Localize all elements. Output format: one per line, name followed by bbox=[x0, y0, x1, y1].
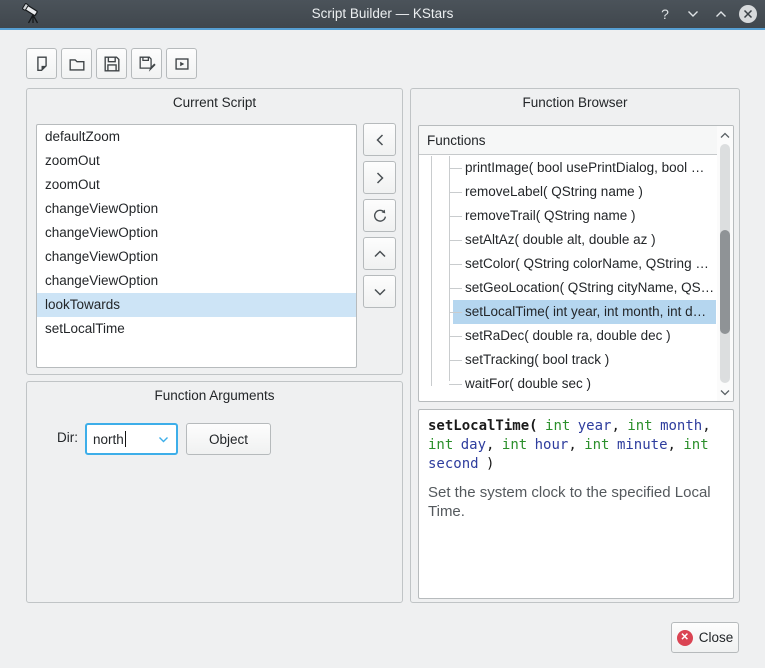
move-up-button[interactable] bbox=[363, 237, 396, 270]
function-arguments-title: Function Arguments bbox=[27, 388, 402, 403]
function-help-box[interactable]: setLocalTime( int year, int month, int d… bbox=[418, 409, 734, 599]
open-script-button[interactable] bbox=[61, 48, 92, 79]
titlebar[interactable]: Script Builder — KStars ? bbox=[0, 0, 765, 28]
list-item-selected[interactable]: lookTowards bbox=[37, 293, 356, 317]
save-script-as-icon bbox=[137, 54, 157, 74]
window-title: Script Builder — KStars bbox=[0, 0, 765, 28]
test-script-button[interactable] bbox=[166, 48, 197, 79]
tree-item[interactable]: setTracking( bool track ) bbox=[419, 348, 718, 372]
list-item[interactable]: zoomOut bbox=[37, 149, 356, 173]
tree-item[interactable]: printImage( bool usePrintDialog, bool … bbox=[419, 156, 718, 180]
move-left-icon bbox=[374, 133, 386, 147]
close-icon[interactable] bbox=[739, 5, 757, 23]
move-up-icon bbox=[373, 248, 387, 260]
list-item[interactable]: changeViewOption bbox=[37, 269, 356, 293]
scroll-up-icon[interactable] bbox=[717, 127, 733, 143]
text-cursor bbox=[125, 431, 126, 447]
functions-tree[interactable]: Functions printImage( bool usePrintDialo… bbox=[418, 125, 734, 402]
list-item[interactable]: changeViewOption bbox=[37, 245, 356, 269]
tree-branch-dash bbox=[449, 192, 462, 193]
tree-branch-dash bbox=[449, 168, 462, 169]
maximize-icon[interactable] bbox=[711, 4, 731, 24]
tree-branch-dash bbox=[449, 288, 462, 289]
tree-item[interactable]: setGeoLocation( QString cityName, QS… bbox=[419, 276, 718, 300]
move-down-icon bbox=[373, 286, 387, 298]
help-icon[interactable]: ? bbox=[655, 4, 675, 24]
object-button[interactable]: Object bbox=[186, 423, 271, 455]
test-script-icon bbox=[172, 54, 192, 74]
tree-branch-dash bbox=[449, 336, 462, 337]
tree-branch-dash bbox=[449, 240, 462, 241]
dir-combobox[interactable]: north bbox=[85, 423, 178, 455]
new-script-icon bbox=[32, 54, 52, 74]
scrollbar-thumb[interactable] bbox=[720, 230, 730, 334]
tree-item[interactable]: removeLabel( QString name ) bbox=[419, 180, 718, 204]
tree-branch-dash bbox=[449, 384, 462, 385]
new-script-button[interactable] bbox=[26, 48, 57, 79]
tree-item[interactable]: setAltAz( double alt, double az ) bbox=[419, 228, 718, 252]
titlebar-accent-line bbox=[0, 28, 765, 30]
minimize-icon[interactable] bbox=[683, 4, 703, 24]
list-item[interactable]: changeViewOption bbox=[37, 197, 356, 221]
functions-tree-rows: printImage( bool usePrintDialog, bool … … bbox=[419, 156, 718, 396]
tree-branch-dash bbox=[449, 264, 462, 265]
chevron-down-icon[interactable] bbox=[158, 436, 169, 444]
reload-icon bbox=[372, 208, 388, 224]
function-signature: setLocalTime( int year, int month, int d… bbox=[428, 417, 724, 474]
close-red-icon: ✕ bbox=[677, 630, 693, 646]
window-controls: ? bbox=[655, 0, 757, 28]
current-script-group: Current Script defaultZoom zoomOut zoomO… bbox=[26, 88, 403, 375]
close-button-label: Close bbox=[699, 630, 734, 645]
tree-branch-dash bbox=[449, 360, 462, 361]
move-right-icon bbox=[374, 171, 386, 185]
current-script-title: Current Script bbox=[27, 95, 402, 110]
functions-tree-header[interactable]: Functions bbox=[419, 126, 733, 155]
save-script-icon bbox=[102, 54, 122, 74]
move-right-button[interactable] bbox=[363, 161, 396, 194]
function-browser-title: Function Browser bbox=[411, 95, 739, 110]
scroll-down-icon[interactable] bbox=[717, 384, 733, 400]
current-script-list[interactable]: defaultZoom zoomOut zoomOut changeViewOp… bbox=[36, 124, 357, 368]
list-item[interactable]: setLocalTime bbox=[37, 317, 356, 341]
save-script-button[interactable] bbox=[96, 48, 127, 79]
function-arguments-group: Function Arguments bbox=[26, 381, 403, 603]
tree-item-selected[interactable]: setLocalTime( int year, int month, int d… bbox=[419, 300, 718, 324]
tree-branch-dash bbox=[449, 312, 462, 313]
list-item[interactable]: changeViewOption bbox=[37, 221, 356, 245]
tree-scrollbar[interactable] bbox=[717, 126, 733, 401]
close-button[interactable]: ✕ Close bbox=[671, 622, 739, 653]
tree-branch-dash bbox=[449, 216, 462, 217]
list-item[interactable]: defaultZoom bbox=[37, 125, 356, 149]
tree-item[interactable]: removeTrail( QString name ) bbox=[419, 204, 718, 228]
dir-label: Dir: bbox=[57, 430, 78, 445]
function-browser-group: Function Browser Functions printImage( b… bbox=[410, 88, 740, 603]
open-script-icon bbox=[67, 54, 87, 74]
reload-button[interactable] bbox=[363, 199, 396, 232]
list-item[interactable]: zoomOut bbox=[37, 173, 356, 197]
function-description: Set the system clock to the specified Lo… bbox=[428, 483, 724, 521]
move-down-button[interactable] bbox=[363, 275, 396, 308]
tree-item[interactable]: setColor( QString colorName, QString … bbox=[419, 252, 718, 276]
move-left-button[interactable] bbox=[363, 123, 396, 156]
script-builder-window: Script Builder — KStars ? bbox=[0, 0, 765, 668]
dir-value: north bbox=[93, 432, 124, 447]
tree-item[interactable]: waitFor( double sec ) bbox=[419, 372, 718, 396]
tree-item[interactable]: setRaDec( double ra, double dec ) bbox=[419, 324, 718, 348]
save-script-as-button[interactable] bbox=[131, 48, 162, 79]
